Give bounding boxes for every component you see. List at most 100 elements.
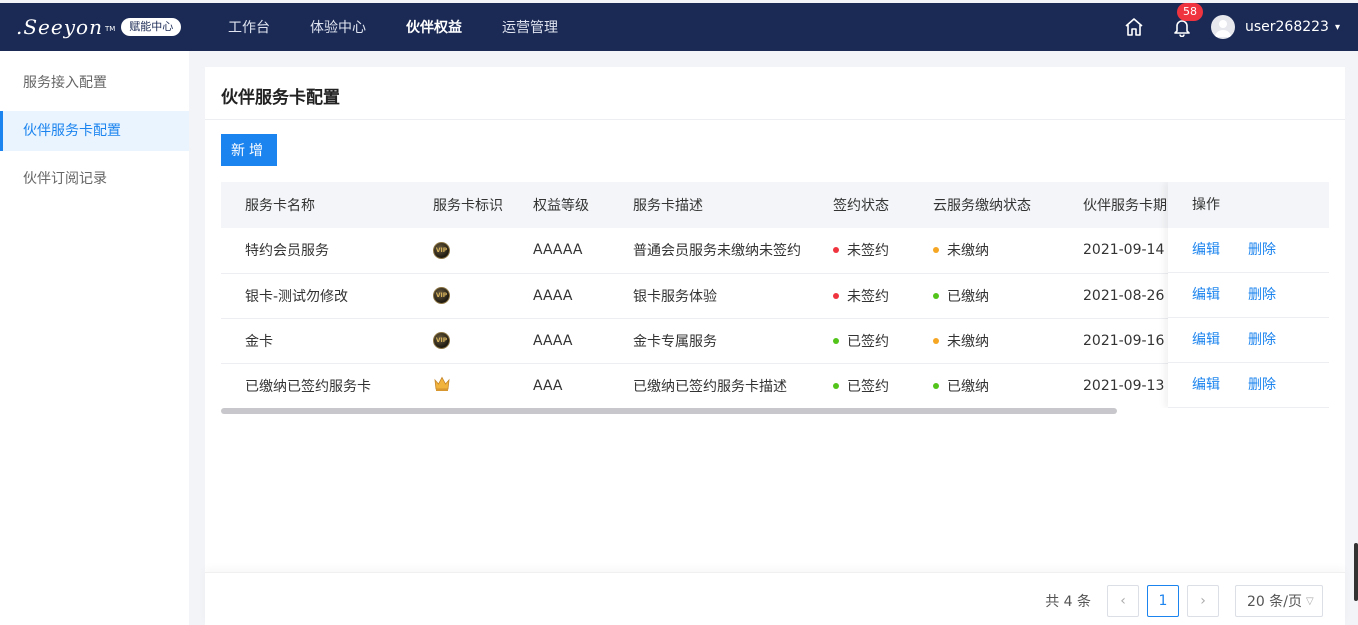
logo[interactable]: .Seeyon TM 赋能中心 — [16, 15, 196, 39]
pagination-bar: 共 4 条 ‹ 1 › 20 条/页 ▽ — [205, 572, 1345, 625]
cell-sign: 已签约 — [833, 363, 933, 408]
cell-pay: 已缴纳 — [933, 273, 1083, 319]
service-card-table: 服务卡名称 服务卡标识 权益等级 服务卡描述 签约状态 云服务缴纳状态 伙伴服务… — [221, 182, 1329, 408]
cell-icon: VIP — [433, 318, 533, 364]
pay-status: 未缴纳 — [947, 333, 989, 350]
cell-icon — [433, 363, 533, 408]
cell-name: 特约会员服务 — [221, 228, 433, 274]
vip-icon: VIP — [433, 241, 450, 259]
cell-desc: 已缴纳已签约服务卡描述 — [633, 363, 833, 408]
delete-link[interactable]: 删除 — [1248, 377, 1276, 393]
sidebar-item-service-access[interactable]: 服务接入配置 — [0, 63, 189, 103]
status-dot-icon — [933, 337, 939, 344]
sidebar-item-partner-card-config[interactable]: 伙伴服务卡配置 — [0, 111, 189, 151]
col-header-ops: 操作 — [1168, 182, 1329, 228]
bell-icon[interactable]: 58 — [1171, 3, 1203, 38]
table-row: 已缴纳已签约服务卡 AAA 已缴纳已签约服务卡描述 已签约 已缴纳 2021-0… — [221, 363, 1329, 408]
cell-name: 银卡-测试勿修改 — [221, 273, 433, 319]
total-count: 共 4 条 — [1045, 594, 1091, 610]
vip-icon: VIP — [433, 287, 450, 304]
col-header-name: 服务卡名称 — [221, 182, 433, 228]
horizontal-scrollbar[interactable] — [221, 408, 1117, 414]
sidebar-item-subscription-records[interactable]: 伙伴订阅记录 — [0, 159, 189, 199]
main-panel: 伙伴服务卡配置 新增 服务卡名称 服务卡标识 权益等级 服务卡描述 签约状态 云… — [205, 67, 1345, 572]
prev-page-button[interactable]: ‹ — [1107, 585, 1139, 617]
ops-column: 操作 编辑 删除 编辑 删除 编辑 删除 编辑 删除 — [1168, 182, 1329, 408]
cell-level: AAAA — [533, 318, 633, 364]
cell-level: AAAAA — [533, 228, 633, 274]
ops-row: 编辑 删除 — [1168, 228, 1329, 273]
divider — [205, 119, 1345, 120]
col-header-level: 权益等级 — [533, 182, 633, 228]
cell-name: 金卡 — [221, 318, 433, 364]
logo-badge: 赋能中心 — [121, 18, 182, 36]
sidebar: 服务接入配置 伙伴服务卡配置 伙伴订阅记录 — [0, 51, 189, 625]
add-button[interactable]: 新增 — [221, 134, 277, 166]
sign-status: 已签约 — [847, 333, 889, 350]
cell-pay: 未缴纳 — [933, 318, 1083, 364]
delete-link[interactable]: 删除 — [1248, 287, 1276, 303]
status-dot-icon — [933, 382, 939, 389]
header-actions: 58 user268223 ▾ — [1123, 3, 1358, 51]
edit-link[interactable]: 编辑 — [1192, 377, 1220, 393]
top-header: .Seeyon TM 赋能中心 工作台 体验中心 伙伴权益 运营管理 58 us… — [0, 3, 1358, 51]
status-dot-icon — [833, 292, 839, 299]
notification-badge: 58 — [1176, 3, 1203, 21]
cell-name: 已缴纳已签约服务卡 — [221, 363, 433, 408]
cell-sign: 未签约 — [833, 228, 933, 274]
cell-level: AAA — [533, 363, 633, 408]
status-dot-icon — [833, 382, 839, 389]
vip-icon: VIP — [433, 332, 450, 349]
col-header-icon: 服务卡标识 — [433, 182, 533, 228]
crown-icon — [433, 375, 451, 396]
sign-status: 未签约 — [847, 288, 889, 305]
page-1-button[interactable]: 1 — [1147, 585, 1179, 617]
edit-link[interactable]: 编辑 — [1192, 287, 1220, 303]
logo-text: .Seeyon — [16, 15, 103, 39]
page-title: 伙伴服务卡配置 — [221, 88, 340, 108]
chevron-left-icon: ‹ — [1120, 593, 1126, 609]
ops-row: 编辑 删除 — [1168, 318, 1329, 363]
nav-item-workbench[interactable]: 工作台 — [208, 3, 290, 51]
delete-link[interactable]: 删除 — [1248, 332, 1276, 348]
delete-link[interactable]: 删除 — [1248, 242, 1276, 258]
table-row: 特约会员服务 VIP AAAAA 普通会员服务未缴纳未签约 未签约 未缴纳 20… — [221, 228, 1329, 274]
cell-pay: 未缴纳 — [933, 228, 1083, 274]
chevron-right-icon: › — [1200, 593, 1206, 609]
status-dot-icon — [833, 247, 839, 254]
table-header-row: 服务卡名称 服务卡标识 权益等级 服务卡描述 签约状态 云服务缴纳状态 伙伴服务… — [221, 182, 1329, 228]
sign-status: 已签约 — [847, 378, 889, 395]
avatar[interactable] — [1210, 15, 1235, 39]
home-icon[interactable] — [1123, 16, 1145, 38]
cell-level: AAAA — [533, 273, 633, 319]
cell-icon: VIP — [433, 228, 533, 274]
page-size-value: 20 条/页 — [1247, 594, 1302, 610]
status-dot-icon — [933, 292, 939, 299]
chevron-down-icon[interactable]: ▾ — [1335, 22, 1340, 33]
cell-icon: VIP — [433, 273, 533, 319]
vertical-scrollbar[interactable] — [1354, 543, 1358, 601]
chevron-down-icon: ▽ — [1305, 595, 1314, 607]
col-header-sign: 签约状态 — [833, 182, 933, 228]
sign-status: 未签约 — [847, 243, 889, 260]
col-header-desc: 服务卡描述 — [633, 182, 833, 228]
table-row: 金卡 VIP AAAA 金卡专属服务 已签约 未缴纳 2021-09-16 00… — [221, 318, 1329, 364]
edit-link[interactable]: 编辑 — [1192, 242, 1220, 258]
nav-item-experience[interactable]: 体验中心 — [290, 3, 386, 51]
nav-item-partner-benefits[interactable]: 伙伴权益 — [386, 3, 482, 51]
cell-desc: 金卡专属服务 — [633, 318, 833, 364]
main-nav: 工作台 体验中心 伙伴权益 运营管理 — [208, 3, 578, 51]
logo-tm: TM — [104, 25, 116, 33]
ops-row: 编辑 删除 — [1168, 273, 1329, 318]
pagination: 共 4 条 ‹ 1 › 20 条/页 ▽ — [1045, 585, 1323, 617]
cell-desc: 普通会员服务未缴纳未签约 — [633, 228, 833, 274]
cell-sign: 未签约 — [833, 273, 933, 319]
page-size-select[interactable]: 20 条/页 ▽ — [1235, 585, 1323, 617]
status-dot-icon — [933, 247, 939, 254]
username[interactable]: user268223 — [1245, 19, 1329, 35]
edit-link[interactable]: 编辑 — [1192, 332, 1220, 348]
status-dot-icon — [833, 337, 839, 344]
nav-item-operations[interactable]: 运营管理 — [482, 3, 578, 51]
next-page-button[interactable]: › — [1187, 585, 1219, 617]
cell-sign: 已签约 — [833, 318, 933, 364]
